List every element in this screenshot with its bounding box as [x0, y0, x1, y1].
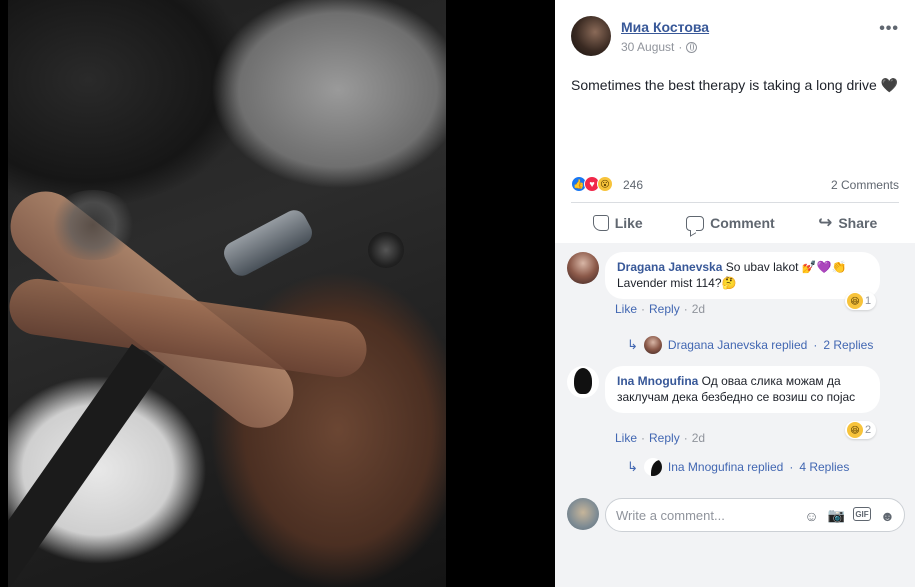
post-text: Sometimes the best therapy is taking a l… [571, 77, 901, 94]
comment-icon [686, 215, 705, 231]
haha-icon: 😆 [847, 422, 863, 438]
comment-button[interactable]: Comment [686, 215, 775, 231]
comments-count[interactable]: 2 Comments [831, 178, 899, 192]
more-options-icon[interactable]: ••• [879, 20, 899, 38]
comment-label: Comment [710, 215, 775, 231]
wow-reaction-icon: 😮 [597, 176, 613, 192]
comment-tools: ☺ 📷 GIF ☻ [803, 507, 896, 524]
share-button[interactable]: ↪ Share [818, 213, 877, 233]
haha-icon: 😆 [847, 293, 863, 309]
author-avatar[interactable] [571, 16, 611, 56]
dot: · [789, 460, 794, 474]
replied-text: Ina Mnogufina replied [667, 460, 784, 474]
reactions-bar: 👍 ♥ 😮 246 2 Comments [571, 176, 899, 194]
divider [571, 202, 899, 203]
globe-icon[interactable] [686, 41, 698, 53]
separator-dot: · [641, 431, 646, 445]
comment-item: Ina Mnogufina Од оваа слика можам да зак… [567, 366, 903, 476]
commenter-name[interactable]: Dragana Janevska [617, 260, 722, 274]
view-replies-link[interactable]: ↳ Ina Mnogufina replied · 4 Replies [627, 458, 849, 476]
photo-seatbelt [8, 343, 165, 587]
comment-reaction-badge[interactable]: 😆 2 [845, 421, 877, 439]
photo-area[interactable] [0, 0, 555, 587]
camera-icon[interactable]: 📷 [828, 507, 845, 524]
write-comment-row: Write a comment... ☺ 📷 GIF ☻ [567, 498, 905, 532]
gif-icon[interactable]: GIF [853, 507, 871, 521]
commenter-avatar[interactable] [567, 252, 599, 284]
commenter-avatar[interactable] [567, 366, 599, 398]
comment-like-link[interactable]: Like [615, 431, 637, 445]
comment-reaction-badge[interactable]: 😆 1 [845, 292, 877, 310]
post-meta: 30 August · [621, 40, 698, 54]
replied-text: Dragana Janevska replied [667, 338, 808, 352]
comment-time[interactable]: 2d [692, 302, 705, 316]
replies-count: 4 Replies [799, 460, 850, 474]
reply-arrow-icon: ↳ [627, 337, 638, 352]
post-side-panel: Миа Костова 30 August · ••• Sometimes th… [555, 0, 915, 587]
like-button[interactable]: Like [592, 215, 643, 231]
post-actions: Like Comment ↪ Share [571, 206, 899, 240]
reply-avatar [643, 336, 662, 354]
photo-gear-shift [368, 232, 404, 268]
post-date[interactable]: 30 August [621, 40, 674, 54]
comment-like-link[interactable]: Like [615, 302, 637, 316]
comment-reaction-count: 2 [865, 424, 872, 436]
like-label: Like [614, 215, 643, 231]
separator-dot: · [641, 302, 646, 316]
comments-section: Dragana Janevska So ubav lakot 💅💜👏 Laven… [555, 243, 915, 587]
post-photo[interactable] [8, 0, 446, 587]
comment-reply-link[interactable]: Reply [649, 302, 680, 316]
reply-arrow-icon: ↳ [627, 459, 638, 474]
black-heart-icon: 🖤 [880, 77, 899, 93]
meta-separator: · [678, 40, 683, 54]
separator-dot: · [683, 431, 688, 445]
comment-bubble: Dragana Janevska So ubav lakot 💅💜👏 Laven… [605, 252, 880, 299]
post-text-body: Sometimes the best therapy is taking a l… [571, 77, 877, 93]
separator-dot: · [683, 302, 688, 316]
comment-time[interactable]: 2d [692, 431, 705, 445]
post-header: Миа Костова 30 August · ••• [571, 16, 903, 58]
photo-tattoo [48, 190, 138, 260]
sticker-icon[interactable]: ☻ [879, 507, 896, 524]
facebook-photo-viewer: Миа Костова 30 August · ••• Sometimes th… [0, 0, 915, 587]
commenter-name[interactable]: Ina Mnogufina [617, 374, 698, 388]
share-label: Share [838, 215, 878, 231]
reaction-count[interactable]: 246 [623, 178, 643, 192]
comment-reaction-count: 1 [865, 295, 872, 307]
reaction-icons[interactable]: 👍 ♥ 😮 [571, 176, 613, 192]
comment-input-placeholder: Write a comment... [616, 507, 725, 523]
photo-bottle [219, 205, 317, 281]
comment-actions: Like · Reply · 2d [615, 431, 705, 445]
thumbs-up-icon [592, 215, 609, 231]
comment-input[interactable]: Write a comment... ☺ 📷 GIF ☻ [605, 498, 905, 532]
author-name[interactable]: Миа Костова [621, 19, 709, 35]
comment-actions: Like · Reply · 2d [615, 302, 705, 316]
replies-count: 2 Replies [823, 338, 874, 352]
comment-bubble: Ina Mnogufina Од оваа слика можам да зак… [605, 366, 880, 413]
reply-avatar [643, 458, 662, 476]
view-replies-link[interactable]: ↳ Dragana Janevska replied · 2 Replies [627, 336, 873, 354]
emoji-icon[interactable]: ☺ [803, 507, 820, 524]
current-user-avatar [567, 498, 599, 530]
share-icon: ↪ [818, 213, 833, 232]
comment-reply-link[interactable]: Reply [649, 431, 680, 445]
dot: · [813, 338, 818, 352]
